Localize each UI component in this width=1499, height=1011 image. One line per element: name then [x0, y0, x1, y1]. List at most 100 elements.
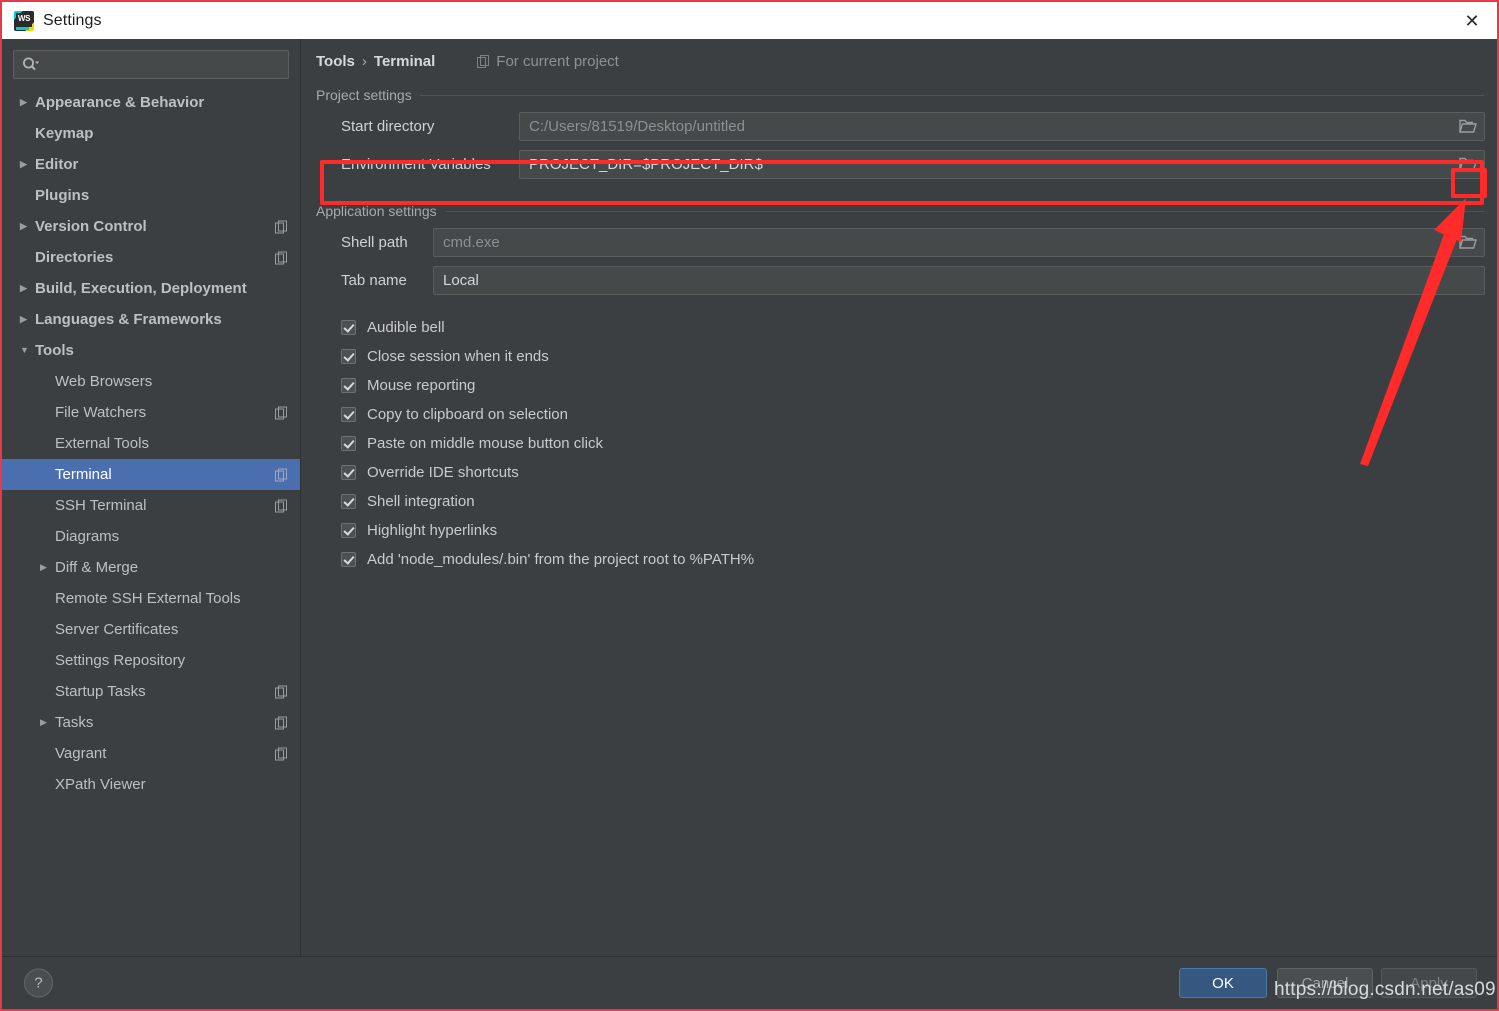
start-directory-label: Start directory [341, 117, 435, 135]
sidebar-item-web-browsers[interactable]: Web Browsers [2, 366, 300, 397]
sidebar-item-version-control[interactable]: Version Control [2, 211, 300, 242]
sidebar-item-file-watchers[interactable]: File Watchers [2, 397, 300, 428]
sidebar-item-build-execution-deployment[interactable]: Build, Execution, Deployment [2, 273, 300, 304]
project-scope-icon [275, 406, 288, 419]
checkbox-label: Audible bell [367, 319, 445, 336]
tab-name-label: Tab name [341, 271, 407, 289]
chevron-right-icon[interactable] [20, 160, 35, 169]
sidebar-item-diagrams[interactable]: Diagrams [2, 521, 300, 552]
shell-path-browse-button[interactable] [1456, 232, 1480, 253]
checkbox-label: Paste on middle mouse button click [367, 435, 603, 452]
environment-variables-input[interactable]: PROJECT_DIR=$PROJECT_DIR$ [519, 149, 1485, 179]
dialog-footer: ? OK Cancel Apply [2, 956, 1497, 1009]
checkbox-row[interactable]: Audible bell [341, 313, 1497, 342]
checkbox-row[interactable]: Copy to clipboard on selection [341, 400, 1497, 429]
sidebar-item-label: Tasks [55, 714, 94, 731]
checkbox-row[interactable]: Mouse reporting [341, 371, 1497, 400]
application-settings-title: Application settings [316, 203, 437, 219]
environment-variables-value: PROJECT_DIR=$PROJECT_DIR$ [529, 155, 763, 173]
project-scope-icon [275, 685, 288, 698]
sidebar-item-tools[interactable]: Tools [2, 335, 300, 366]
checkbox-row[interactable]: Override IDE shortcuts [341, 458, 1497, 487]
checkbox-row[interactable]: Highlight hyperlinks [341, 516, 1497, 545]
checkbox-checked-icon[interactable] [341, 349, 356, 364]
window-title: Settings [43, 11, 102, 29]
sidebar-item-label: Vagrant [55, 745, 107, 762]
sidebar-item-startup-tasks[interactable]: Startup Tasks [2, 676, 300, 707]
project-scope-note: For current project [477, 53, 619, 70]
project-scope-icon [275, 716, 288, 729]
sidebar-item-languages-frameworks[interactable]: Languages & Frameworks [2, 304, 300, 335]
shell-path-row: Shell path cmd.exe [302, 227, 1497, 257]
project-scope-icon [477, 54, 490, 68]
sidebar-item-label: Remote SSH External Tools [55, 590, 241, 607]
checkbox-row[interactable]: Paste on middle mouse button click [341, 429, 1497, 458]
sidebar-item-label: External Tools [55, 435, 149, 452]
help-button[interactable]: ? [24, 968, 53, 998]
search-box[interactable] [13, 50, 289, 79]
sidebar-item-ssh-terminal[interactable]: SSH Terminal [2, 490, 300, 521]
start-directory-value: C:/Users/81519/Desktop/untitled [529, 117, 745, 135]
sidebar-item-label: Version Control [35, 218, 147, 235]
chevron-right-icon[interactable] [40, 718, 55, 727]
terminal-options-list: Audible bell Close session when it ends Mo… [302, 313, 1497, 574]
start-directory-browse-button[interactable] [1456, 116, 1480, 137]
close-icon[interactable]: ✕ [1447, 2, 1497, 39]
section-divider [444, 210, 1484, 212]
checkbox-checked-icon[interactable] [341, 378, 356, 393]
checkbox-row[interactable]: Add 'node_modules/.bin' from the project… [341, 545, 1497, 574]
checkbox-checked-icon[interactable] [341, 436, 356, 451]
sidebar-item-external-tools[interactable]: External Tools [2, 428, 300, 459]
sidebar-item-diff-merge[interactable]: Diff & Merge [2, 552, 300, 583]
sidebar-item-label: Build, Execution, Deployment [35, 280, 247, 297]
checkbox-row[interactable]: Shell integration [341, 487, 1497, 516]
ok-button[interactable]: OK [1179, 968, 1267, 998]
sidebar-item-label: XPath Viewer [55, 776, 146, 793]
sidebar-item-appearance-behavior[interactable]: Appearance & Behavior [2, 87, 300, 118]
chevron-right-icon[interactable] [20, 315, 35, 324]
sidebar-item-label: Languages & Frameworks [35, 311, 222, 328]
chevron-right-icon[interactable] [20, 98, 35, 107]
checkbox-checked-icon[interactable] [341, 465, 356, 480]
sidebar-item-settings-repository[interactable]: Settings Repository [2, 645, 300, 676]
breadcrumb-current: Terminal [373, 52, 436, 70]
tab-name-input[interactable]: Local [433, 265, 1485, 295]
sidebar-item-xpath-viewer[interactable]: XPath Viewer [2, 769, 300, 800]
checkbox-checked-icon[interactable] [341, 320, 356, 335]
sidebar-item-editor[interactable]: Editor [2, 149, 300, 180]
sidebar-item-terminal[interactable]: Terminal [2, 459, 300, 490]
sidebar-item-keymap[interactable]: Keymap [2, 118, 300, 149]
checkbox-checked-icon[interactable] [341, 523, 356, 538]
start-directory-row: Start directory C:/Users/81519/Desktop/u… [302, 111, 1497, 141]
title-bar: WS Settings ✕ [2, 2, 1497, 39]
breadcrumb-parent[interactable]: Tools [316, 53, 355, 70]
sidebar-item-vagrant[interactable]: Vagrant [2, 738, 300, 769]
breadcrumb: Tools › Terminal For current project [316, 50, 1497, 72]
tab-name-value: Local [443, 271, 479, 289]
checkbox-row[interactable]: Close session when it ends [341, 342, 1497, 371]
sidebar-item-directories[interactable]: Directories [2, 242, 300, 273]
chevron-down-icon[interactable] [20, 346, 35, 355]
sidebar-item-plugins[interactable]: Plugins [2, 180, 300, 211]
checkbox-label: Close session when it ends [367, 348, 549, 365]
shell-path-input[interactable]: cmd.exe [433, 227, 1485, 257]
sidebar-item-label: Diff & Merge [55, 559, 139, 576]
sidebar-item-remote-ssh-external-tools[interactable]: Remote SSH External Tools [2, 583, 300, 614]
start-directory-input[interactable]: C:/Users/81519/Desktop/untitled [519, 111, 1485, 141]
checkbox-checked-icon[interactable] [341, 407, 356, 422]
checkbox-label: Shell integration [367, 493, 475, 510]
environment-variables-browse-button[interactable] [1456, 154, 1480, 175]
sidebar-item-tasks[interactable]: Tasks [2, 707, 300, 738]
checkbox-label: Copy to clipboard on selection [367, 406, 568, 423]
project-scope-icon [275, 747, 288, 760]
chevron-right-icon[interactable] [20, 284, 35, 293]
checkbox-label: Override IDE shortcuts [367, 464, 519, 481]
search-input[interactable] [39, 56, 288, 73]
sidebar-item-label: Web Browsers [55, 373, 153, 390]
checkbox-checked-icon[interactable] [341, 494, 356, 509]
checkbox-checked-icon[interactable] [341, 552, 356, 567]
chevron-right-icon[interactable] [40, 563, 55, 572]
chevron-right-icon[interactable] [20, 222, 35, 231]
sidebar-item-server-certificates[interactable]: Server Certificates [2, 614, 300, 645]
shell-path-value: cmd.exe [443, 233, 500, 251]
